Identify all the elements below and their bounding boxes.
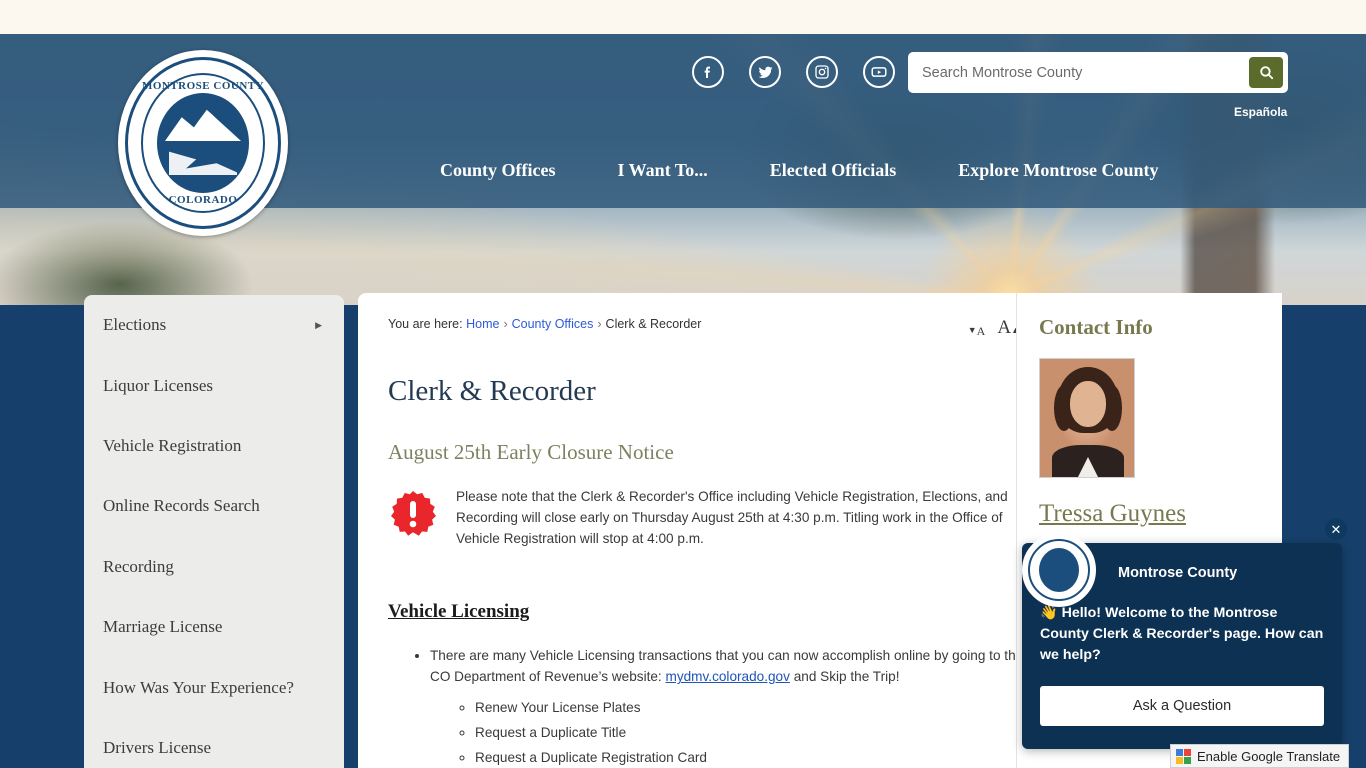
seal-top-text: MONTROSE COUNTY — [141, 80, 265, 92]
sidebar-item-elections[interactable]: Elections ▶ — [84, 295, 344, 355]
chevron-right-icon: ▶ — [315, 319, 322, 330]
page-title: Clerk & Recorder — [388, 375, 596, 407]
avatar — [1039, 358, 1135, 478]
sidebar-item-how-was-your-experience[interactable]: How Was Your Experience? — [84, 657, 344, 717]
list-item: Request a Duplicate Registration Card — [475, 745, 1043, 768]
chat-welcome-message: 👋 Hello! Welcome to the Montrose County … — [1040, 605, 1324, 663]
sidebar-item-label: Online Records Search — [103, 496, 260, 516]
google-translate-label: Enable Google Translate — [1197, 748, 1341, 764]
triangle-down-icon: ▼ — [967, 325, 977, 335]
page-root: MONTROSE COUNTY COLORADO Española County… — [0, 0, 1366, 768]
site-search — [908, 52, 1288, 93]
search-input[interactable] — [908, 64, 1249, 81]
twitter-icon[interactable] — [749, 56, 781, 88]
content-inner: You are here: Home › County Offices › Clerk … — [388, 317, 1043, 768]
chat-avatar-core — [1039, 548, 1079, 592]
breadcrumb-link-county-offices[interactable]: County Offices — [512, 317, 594, 331]
sidebar-item-label: Recording — [103, 556, 174, 576]
contact-info-heading: Contact Info — [1039, 315, 1153, 339]
nav-item-i-want-to[interactable]: I Want To... — [618, 160, 708, 181]
close-icon[interactable]: ✕ — [1325, 518, 1347, 540]
breadcrumb-current: Clerk & Recorder — [605, 317, 702, 331]
sidebar-item-liquor-licenses[interactable]: Liquor Licenses — [84, 355, 344, 415]
search-button[interactable] — [1249, 57, 1283, 88]
ask-a-question-button[interactable]: Ask a Question — [1040, 686, 1324, 726]
vehicle-licensing-sublist: Renew Your License Plates Request a Dupl… — [430, 695, 1043, 768]
notice-body: Please note that the Clerk & Recorder's … — [456, 489, 1008, 546]
sidebar-item-label: Vehicle Registration — [103, 435, 242, 455]
breadcrumb-prefix: You are here: — [388, 317, 463, 331]
list-item: There are many Vehicle Licensing transac… — [430, 645, 1043, 768]
seal-ring-outer: MONTROSE COUNTY COLORADO — [125, 57, 281, 229]
sidebar-item-vehicle-registration[interactable]: Vehicle Registration — [84, 416, 344, 476]
vehicle-licensing-list: There are many Vehicle Licensing transac… — [388, 645, 1043, 768]
facebook-icon[interactable] — [692, 56, 724, 88]
contact-name-link[interactable]: Tressa Guynes — [1039, 500, 1186, 528]
seal-bottom-text: COLORADO — [168, 194, 238, 206]
sidebar-item-drivers-license[interactable]: Drivers License — [84, 718, 344, 768]
font-size-decrease-button[interactable]: ▼ A — [968, 325, 986, 337]
section-heading-vehicle-licensing: Vehicle Licensing — [388, 601, 530, 623]
sidebar-item-label: How Was Your Experience? — [103, 677, 294, 697]
seal-text: MONTROSE COUNTY COLORADO — [128, 60, 278, 226]
nav-item-elected-officials[interactable]: Elected Officials — [770, 160, 896, 181]
language-link-espanola[interactable]: Española — [1234, 105, 1287, 119]
top-cream-strip — [0, 0, 1366, 34]
sidebar-item-label: Liquor Licenses — [103, 375, 213, 395]
google-translate-icon — [1176, 748, 1191, 764]
main-navigation: County Offices I Want To... Elected Offi… — [440, 160, 1159, 181]
list-item-text-tail: and Skip the Trip! — [789, 669, 900, 685]
sidebar-item-recording[interactable]: Recording — [84, 537, 344, 597]
breadcrumb: You are here: Home › County Offices › Clerk … — [388, 317, 1043, 331]
instagram-icon[interactable] — [806, 56, 838, 88]
sidebar-item-online-records-search[interactable]: Online Records Search — [84, 476, 344, 536]
sidebar-item-label: Marriage License — [103, 617, 223, 637]
sidebar-item-label: Elections — [103, 315, 167, 335]
breadcrumb-separator: › — [597, 317, 602, 331]
sidebar-item-label: Drivers License — [103, 737, 212, 757]
list-item: Request a Duplicate Title — [475, 720, 1043, 745]
youtube-icon[interactable] — [863, 56, 895, 88]
left-sidebar-menu: Elections ▶ Liquor Licenses Vehicle Regi… — [84, 295, 344, 768]
breadcrumb-link-home[interactable]: Home — [466, 317, 499, 331]
mydmv-link[interactable]: mydmv.colorado.gov — [666, 669, 790, 684]
font-decrease-label: A — [976, 324, 986, 338]
notice-heading: August 25th Early Closure Notice — [388, 440, 674, 464]
chat-avatar-ring — [1028, 539, 1090, 601]
font-size-controls: ▼ A A ▲ — [968, 318, 1020, 337]
portrait-face — [1070, 381, 1106, 427]
notice-block: Please note that the Clerk & Recorder's … — [388, 487, 1043, 549]
enable-google-translate-bar[interactable]: Enable Google Translate — [1170, 744, 1350, 768]
nav-item-explore-montrose-county[interactable]: Explore Montrose County — [958, 160, 1158, 181]
sidebar-item-marriage-license[interactable]: Marriage License — [84, 597, 344, 657]
nav-item-county-offices[interactable]: County Offices — [440, 160, 556, 181]
list-item: Renew Your License Plates — [475, 695, 1043, 720]
chat-title: Montrose County — [1118, 565, 1238, 581]
alert-exclamation-icon — [388, 489, 438, 539]
montrose-county-seal-icon — [1022, 533, 1096, 607]
breadcrumb-separator: › — [503, 317, 508, 331]
social-links — [692, 56, 895, 88]
county-seal-logo[interactable]: MONTROSE COUNTY COLORADO — [118, 50, 288, 236]
font-increase-label: A — [997, 317, 1012, 338]
